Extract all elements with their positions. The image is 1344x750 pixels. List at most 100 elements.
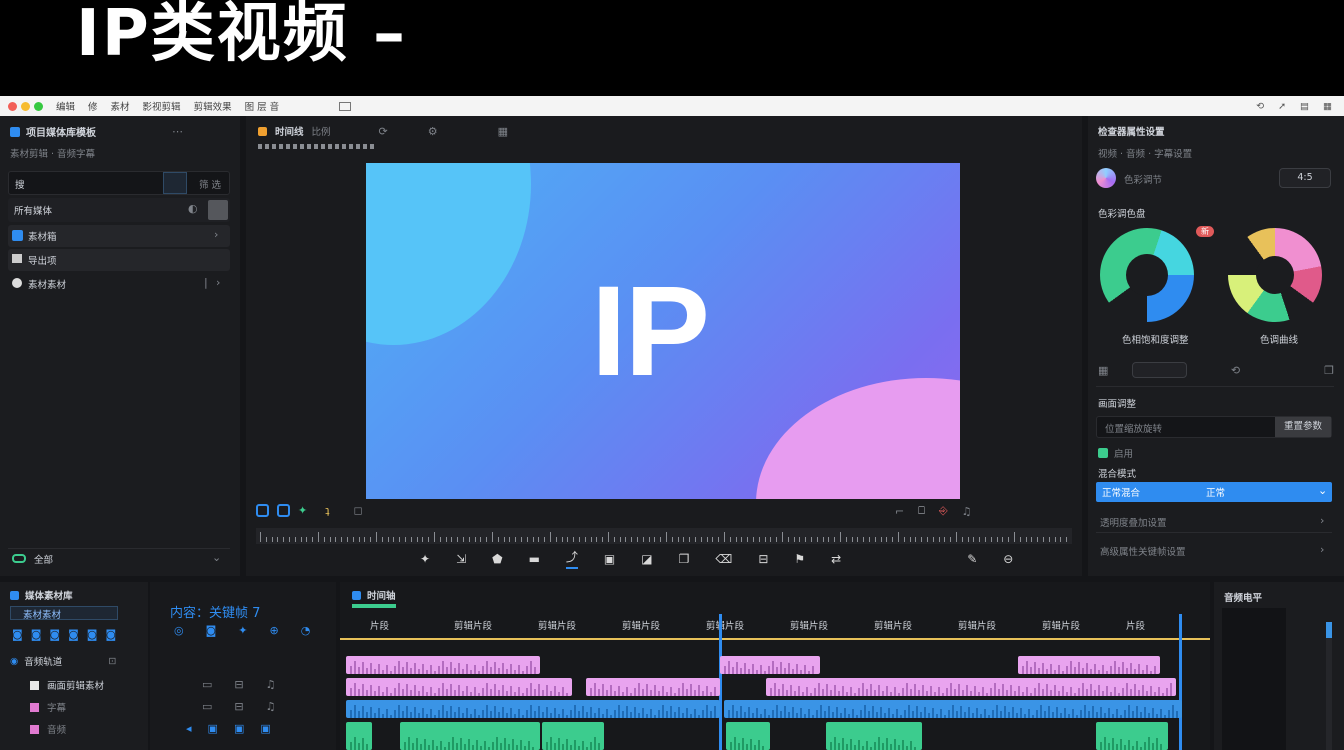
minimize-window-icon[interactable]	[21, 101, 30, 111]
track-lock-icon[interactable]: ⊟	[234, 678, 243, 691]
mute-track-icon[interactable]: ◙	[206, 624, 217, 637]
track-audio-icon[interactable]: ▣	[260, 722, 270, 735]
bin-tool-1-icon[interactable]: ◙	[12, 628, 23, 641]
copy-icon[interactable]: ❐	[1324, 364, 1334, 377]
volume-icon[interactable]: ♫	[962, 505, 972, 518]
grid-view-icon[interactable]: ▦	[498, 125, 508, 138]
reset-params-button[interactable]: 重置参数	[1275, 417, 1331, 437]
timeline-panel[interactable]: 时间轴 片段 剪辑片段 剪辑片段 剪辑片段 剪辑片段 剪辑片段 剪辑片段 剪辑片段 剪辑片段 片段	[340, 582, 1210, 750]
trash-tool-icon[interactable]: ⌫	[715, 552, 732, 566]
lock-track-icon[interactable]: ◎	[174, 624, 184, 637]
meter-scroll[interactable]	[1326, 622, 1332, 750]
crop-icon[interactable]: ⌐	[895, 505, 904, 518]
timeline-clip[interactable]	[346, 722, 372, 750]
bin-row-label[interactable]: 音频	[47, 722, 66, 736]
menu-item-effects[interactable]: 剪辑效果	[194, 99, 232, 113]
menu-item-film-edit[interactable]: 影视剪辑	[143, 99, 181, 113]
transition-tool-icon[interactable]: ⇄	[831, 552, 841, 566]
reset-icon[interactable]: ⟲	[1231, 364, 1240, 377]
menu-item-media[interactable]: 素材	[111, 99, 130, 113]
timeline-ruler[interactable]: 片段 剪辑片段 剪辑片段 剪辑片段 剪辑片段 剪辑片段 剪辑片段 剪辑片段 剪辑片段 片段	[340, 612, 1210, 640]
track-audio-icon[interactable]: ♫	[266, 700, 276, 713]
bin-tool-2-icon[interactable]: ◙	[31, 628, 42, 641]
snapshot-icon[interactable]: ◻	[354, 504, 363, 517]
timeline-clip[interactable]	[826, 722, 922, 750]
zoom-window-icon[interactable]	[34, 101, 43, 111]
curve-color-wheel[interactable]	[1228, 228, 1322, 322]
timeline-clip[interactable]	[542, 722, 604, 750]
copy-tool-icon[interactable]: ❐	[679, 552, 690, 566]
marker-icon[interactable]: ✦	[298, 504, 307, 517]
menu-item-layers[interactable]: 图 层 音	[245, 99, 280, 113]
search-button[interactable]	[163, 172, 187, 194]
sidebar-item-export[interactable]: 导出项	[8, 249, 230, 271]
track-eye-icon[interactable]: ▭	[202, 700, 212, 713]
wheel-mode-toggle[interactable]	[1132, 362, 1187, 378]
timeline-clip[interactable]	[400, 722, 540, 750]
blade-tool-icon[interactable]: ◪	[641, 552, 652, 566]
transform-field[interactable]: 位置缩放旋转 重置参数	[1096, 416, 1332, 438]
timeline-clip[interactable]	[346, 656, 540, 674]
rectangle-tool-icon[interactable]: ▬	[529, 552, 540, 566]
eyedropper-icon[interactable]: ▦	[1098, 364, 1108, 377]
minus-tool-icon[interactable]: ⊖	[1003, 552, 1013, 566]
track-arrow-icon[interactable]: ◂	[186, 722, 192, 735]
bin-row-label[interactable]: 画面剪辑素材	[47, 678, 104, 692]
sidebar-item-bin[interactable]: 素材箱 ›	[8, 225, 230, 247]
grid-icon[interactable]: ▦	[1323, 101, 1332, 112]
caption-tool-icon[interactable]: ⊟	[758, 552, 768, 566]
bin-row-label[interactable]: 字幕	[47, 700, 66, 714]
settings-icon[interactable]: ⚙	[428, 125, 438, 138]
option-keyframes[interactable]: 高级属性关键帧设置 ›	[1096, 540, 1332, 562]
video-preview[interactable]: IP	[366, 163, 960, 499]
timeline-clip[interactable]	[346, 678, 572, 696]
flag-tool-icon[interactable]: ⚑	[794, 552, 805, 566]
timeline-clip[interactable]	[346, 700, 720, 718]
media-bin-tab[interactable]: 素材素材	[10, 606, 118, 621]
timeline-clip[interactable]	[726, 722, 770, 750]
viewer-tab-ratio[interactable]: 比例	[312, 124, 331, 138]
track-eye-icon[interactable]: ▭	[202, 678, 212, 691]
link-track-icon[interactable]: ⊕	[270, 624, 279, 637]
timeline-clip[interactable]	[586, 678, 720, 696]
avatar[interactable]	[1096, 168, 1116, 188]
send-icon[interactable]: ➚	[1278, 101, 1286, 112]
track-eye-icon[interactable]: ▣	[208, 722, 218, 735]
window-icon[interactable]	[339, 101, 352, 111]
solo-track-icon[interactable]: ✦	[238, 624, 247, 637]
search-input[interactable]: 搜 筛 选	[8, 171, 230, 195]
sidebar-item-assets[interactable]: 素材素材 | ›	[8, 273, 230, 295]
hue-color-wheel[interactable]	[1100, 228, 1194, 322]
fullscreen-icon[interactable]: ⎕	[918, 504, 925, 518]
close-window-icon[interactable]	[8, 101, 17, 111]
timeline-clip[interactable]	[724, 700, 1182, 718]
option-opacity[interactable]: 透明度叠加设置 ›	[1096, 511, 1332, 533]
chevron-down-icon[interactable]: ⌄	[212, 551, 221, 564]
viewer-scrubber[interactable]	[256, 528, 1072, 544]
move-tool-icon[interactable]: ✦	[420, 552, 430, 566]
blend-mode-select[interactable]: 正常混合 正常 ⌄	[1096, 482, 1332, 502]
track-audio-icon[interactable]: ♫	[266, 678, 276, 691]
folder-row[interactable]: 所有媒体 ◐	[8, 198, 230, 222]
toggle-icon[interactable]	[12, 554, 26, 563]
loop-icon[interactable]: ⟳	[379, 125, 388, 138]
filter-label[interactable]: 筛 选	[199, 177, 221, 191]
timeline-clip[interactable]	[766, 678, 1176, 696]
bin-tool-4-icon[interactable]: ◙	[68, 628, 79, 641]
timeline-clip[interactable]	[720, 656, 820, 674]
record-icon[interactable]: ⎆	[939, 504, 948, 518]
timeline-clip[interactable]	[1096, 722, 1168, 750]
trim-icon[interactable]: ʇ	[325, 504, 329, 517]
loop-play-icon[interactable]	[277, 504, 290, 517]
menu-item-edit[interactable]: 编辑	[56, 99, 75, 113]
target-track-icon[interactable]: ◔	[301, 624, 311, 637]
bin-tool-5-icon[interactable]: ◙	[87, 628, 98, 641]
sync-icon[interactable]: ⟲	[1256, 101, 1264, 112]
timeline-clip[interactable]	[1018, 656, 1160, 674]
track-lock-icon[interactable]: ▣	[234, 722, 244, 735]
audio-tool-icon[interactable]: ⤴	[565, 548, 578, 569]
select-tool-icon[interactable]: ⇲	[456, 552, 466, 566]
tag-tool-icon[interactable]: ⬟	[492, 552, 502, 566]
aspect-ratio-button[interactable]: 4:5	[1279, 168, 1331, 188]
bin-tool-6-icon[interactable]: ◙	[105, 628, 116, 641]
